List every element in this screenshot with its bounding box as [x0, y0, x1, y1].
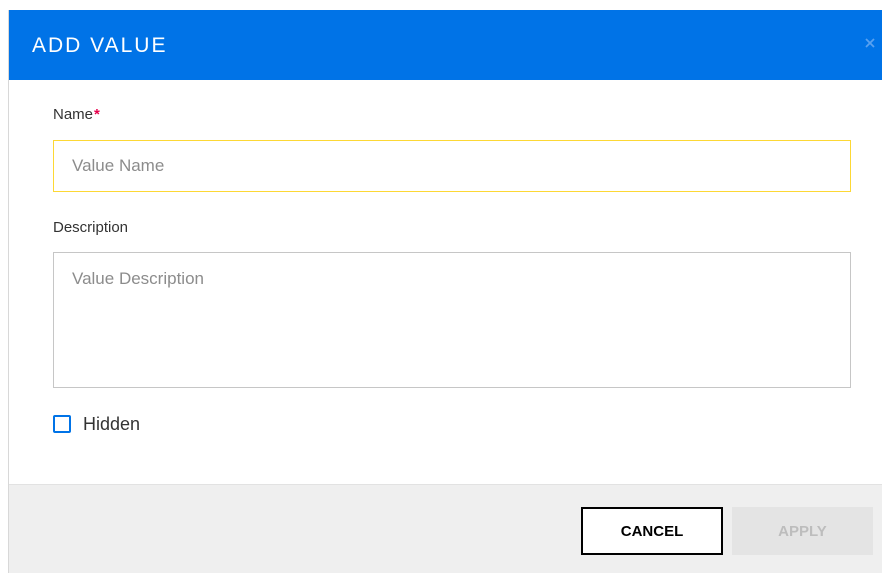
cancel-button[interactable]: CANCEL [581, 507, 723, 555]
name-input[interactable] [53, 140, 851, 192]
apply-button[interactable]: APPLY [732, 507, 873, 555]
hidden-checkbox[interactable] [53, 415, 71, 433]
hidden-checkbox-row[interactable]: Hidden [53, 413, 140, 435]
name-label: Name* [53, 106, 100, 124]
description-input[interactable] [53, 252, 851, 388]
hidden-checkbox-label: Hidden [83, 413, 141, 434]
dialog-header: ADD VALUE [9, 10, 882, 80]
name-label-text: Name [53, 106, 94, 123]
add-value-dialog: ADD VALUE Name* Description Hidden CANCE… [8, 10, 882, 573]
description-label: Description [53, 219, 129, 236]
dialog-footer: CANCEL APPLY [9, 484, 882, 573]
close-icon[interactable] [863, 36, 877, 50]
required-star-icon: * [94, 106, 100, 123]
dialog-title: ADD VALUE [32, 34, 168, 57]
